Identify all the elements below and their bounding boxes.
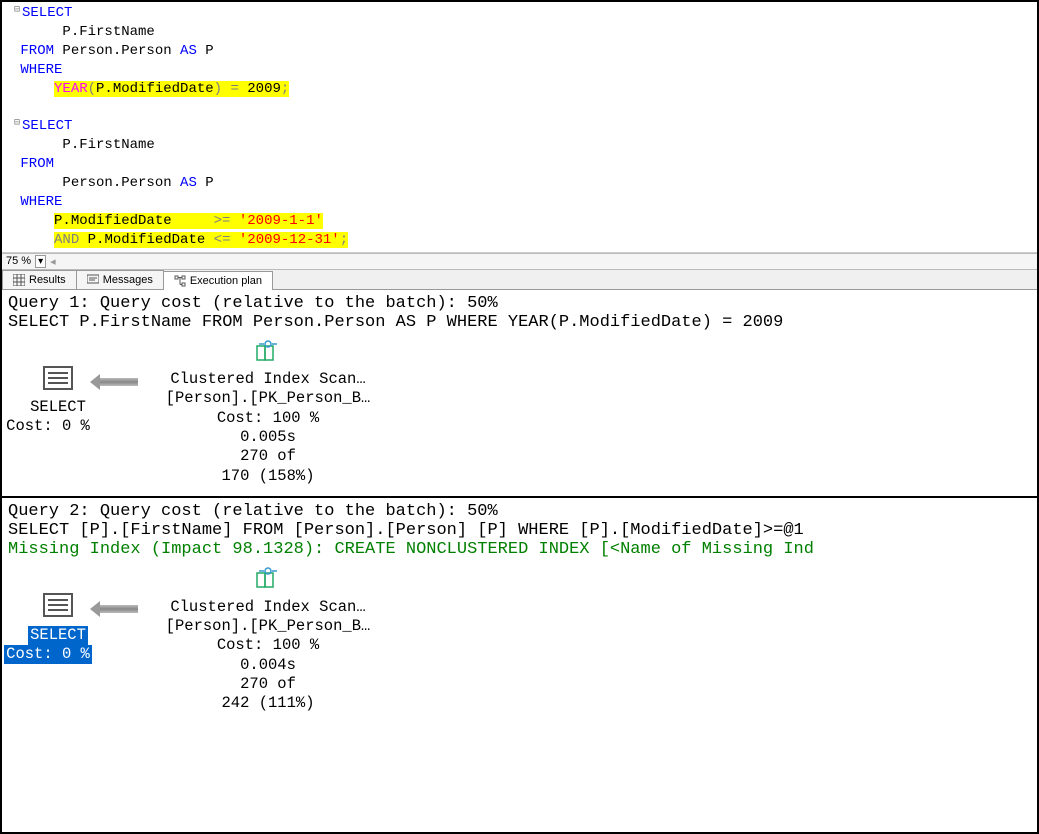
- scan-node-q2[interactable]: Clustered Index Scan… [Person].[PK_Perso…: [148, 567, 388, 714]
- kw-from2: FROM: [20, 156, 54, 172]
- op-rows22: 242 (111%): [148, 694, 388, 713]
- paren: (: [88, 81, 96, 97]
- eq: =: [222, 81, 247, 97]
- clustered-scan-icon: [255, 567, 281, 589]
- query2-block: Query 2: Query cost (relative to the bat…: [2, 498, 1037, 724]
- tab-plan-label: Execution plan: [190, 275, 262, 287]
- execution-plan-pane[interactable]: Query 1: Query cost (relative to the bat…: [2, 290, 1037, 832]
- year-val: 2009: [247, 81, 281, 97]
- paren-close: ): [214, 81, 222, 97]
- c1-op: >=: [214, 213, 231, 229]
- sql-editor[interactable]: ⊟SELECT P.FirstName FROM Person.Person A…: [2, 2, 1037, 253]
- tbl2: Person.Person: [62, 175, 171, 191]
- results-tabs: Results Messages Execution plan: [2, 270, 1037, 290]
- plan-arrow: [98, 378, 138, 386]
- tab-messages-label: Messages: [103, 274, 153, 286]
- kw-select: SELECT: [22, 5, 72, 21]
- query2-header: Query 2: Query cost (relative to the bat…: [8, 502, 1031, 521]
- tab-results-label: Results: [29, 274, 66, 286]
- op-rows12: 270 of: [148, 675, 388, 694]
- col2: P.FirstName: [62, 137, 154, 153]
- op-time: 0.005s: [148, 428, 388, 447]
- tab-results[interactable]: Results: [2, 270, 77, 289]
- zoom-dropdown[interactable]: ▾: [35, 255, 46, 268]
- kw-where2: WHERE: [20, 194, 62, 210]
- c2-col: P.ModifiedDate: [88, 232, 206, 248]
- kw-as2: AS: [180, 175, 197, 191]
- tbl: Person.Person: [62, 43, 171, 59]
- select-label: SELECT: [8, 398, 108, 417]
- select-cost: Cost: 0 %: [2, 417, 108, 436]
- op-rows1: 270 of: [148, 447, 388, 466]
- fn-year: YEAR: [54, 81, 88, 97]
- alias2: P: [205, 175, 213, 191]
- pad: [172, 213, 214, 229]
- plan-arrow2: [98, 605, 138, 613]
- kw-and: AND: [54, 232, 79, 248]
- op-obj: [Person].[PK_Person_B…: [148, 389, 388, 408]
- tab-execution-plan[interactable]: Execution plan: [163, 271, 273, 290]
- scan-node-q1[interactable]: Clustered Index Scan… [Person].[PK_Perso…: [148, 340, 388, 487]
- op-cost: Cost: 100 %: [148, 409, 388, 428]
- op-time2: 0.004s: [148, 656, 388, 675]
- query1-block: Query 1: Query cost (relative to the bat…: [2, 290, 1037, 499]
- c1-col: P.ModifiedDate: [54, 213, 172, 229]
- op-title: Clustered Index Scan…: [148, 370, 388, 389]
- zoom-value[interactable]: 75 %: [6, 255, 31, 267]
- missing-index-hint[interactable]: Missing Index (Impact 98.1328): CREATE N…: [8, 540, 1031, 559]
- clustered-scan-icon: [255, 340, 281, 362]
- kw-where: WHERE: [20, 62, 62, 78]
- c2-val: '2009-12-31': [239, 232, 340, 248]
- op-cost2: Cost: 100 %: [148, 636, 388, 655]
- table-icon: [43, 593, 73, 617]
- c2-op: <=: [214, 232, 231, 248]
- messages-icon: [87, 274, 99, 286]
- query2-sql: SELECT [P].[FirstName] FROM [Person].[Pe…: [8, 521, 1031, 540]
- semi2: ;: [340, 232, 348, 248]
- select-cost-hl: Cost: 0 %: [4, 645, 92, 664]
- c1-val: '2009-1-1': [239, 213, 323, 229]
- col: P.FirstName: [62, 24, 154, 40]
- plan-icon: [174, 275, 186, 287]
- op-obj2: [Person].[PK_Person_B…: [148, 617, 388, 636]
- table-icon: [43, 366, 73, 390]
- kw-as: AS: [180, 43, 197, 59]
- kw-select2: SELECT: [22, 118, 72, 134]
- kw-from: FROM: [20, 43, 54, 59]
- scroll-left-icon[interactable]: ◂: [50, 255, 56, 268]
- tab-messages[interactable]: Messages: [76, 270, 164, 289]
- query1-header: Query 1: Query cost (relative to the bat…: [8, 294, 1031, 313]
- op-rows2: 170 (158%): [148, 467, 388, 486]
- query1-sql: SELECT P.FirstName FROM Person.Person AS…: [8, 313, 1031, 332]
- semi: ;: [281, 81, 289, 97]
- alias: P: [205, 43, 213, 59]
- select-label-hl: SELECT: [28, 626, 88, 645]
- year-col: P.ModifiedDate: [96, 81, 214, 97]
- zoom-bar: 75 % ▾ ◂: [2, 253, 1037, 270]
- grid-icon: [13, 274, 25, 286]
- op-title2: Clustered Index Scan…: [148, 598, 388, 617]
